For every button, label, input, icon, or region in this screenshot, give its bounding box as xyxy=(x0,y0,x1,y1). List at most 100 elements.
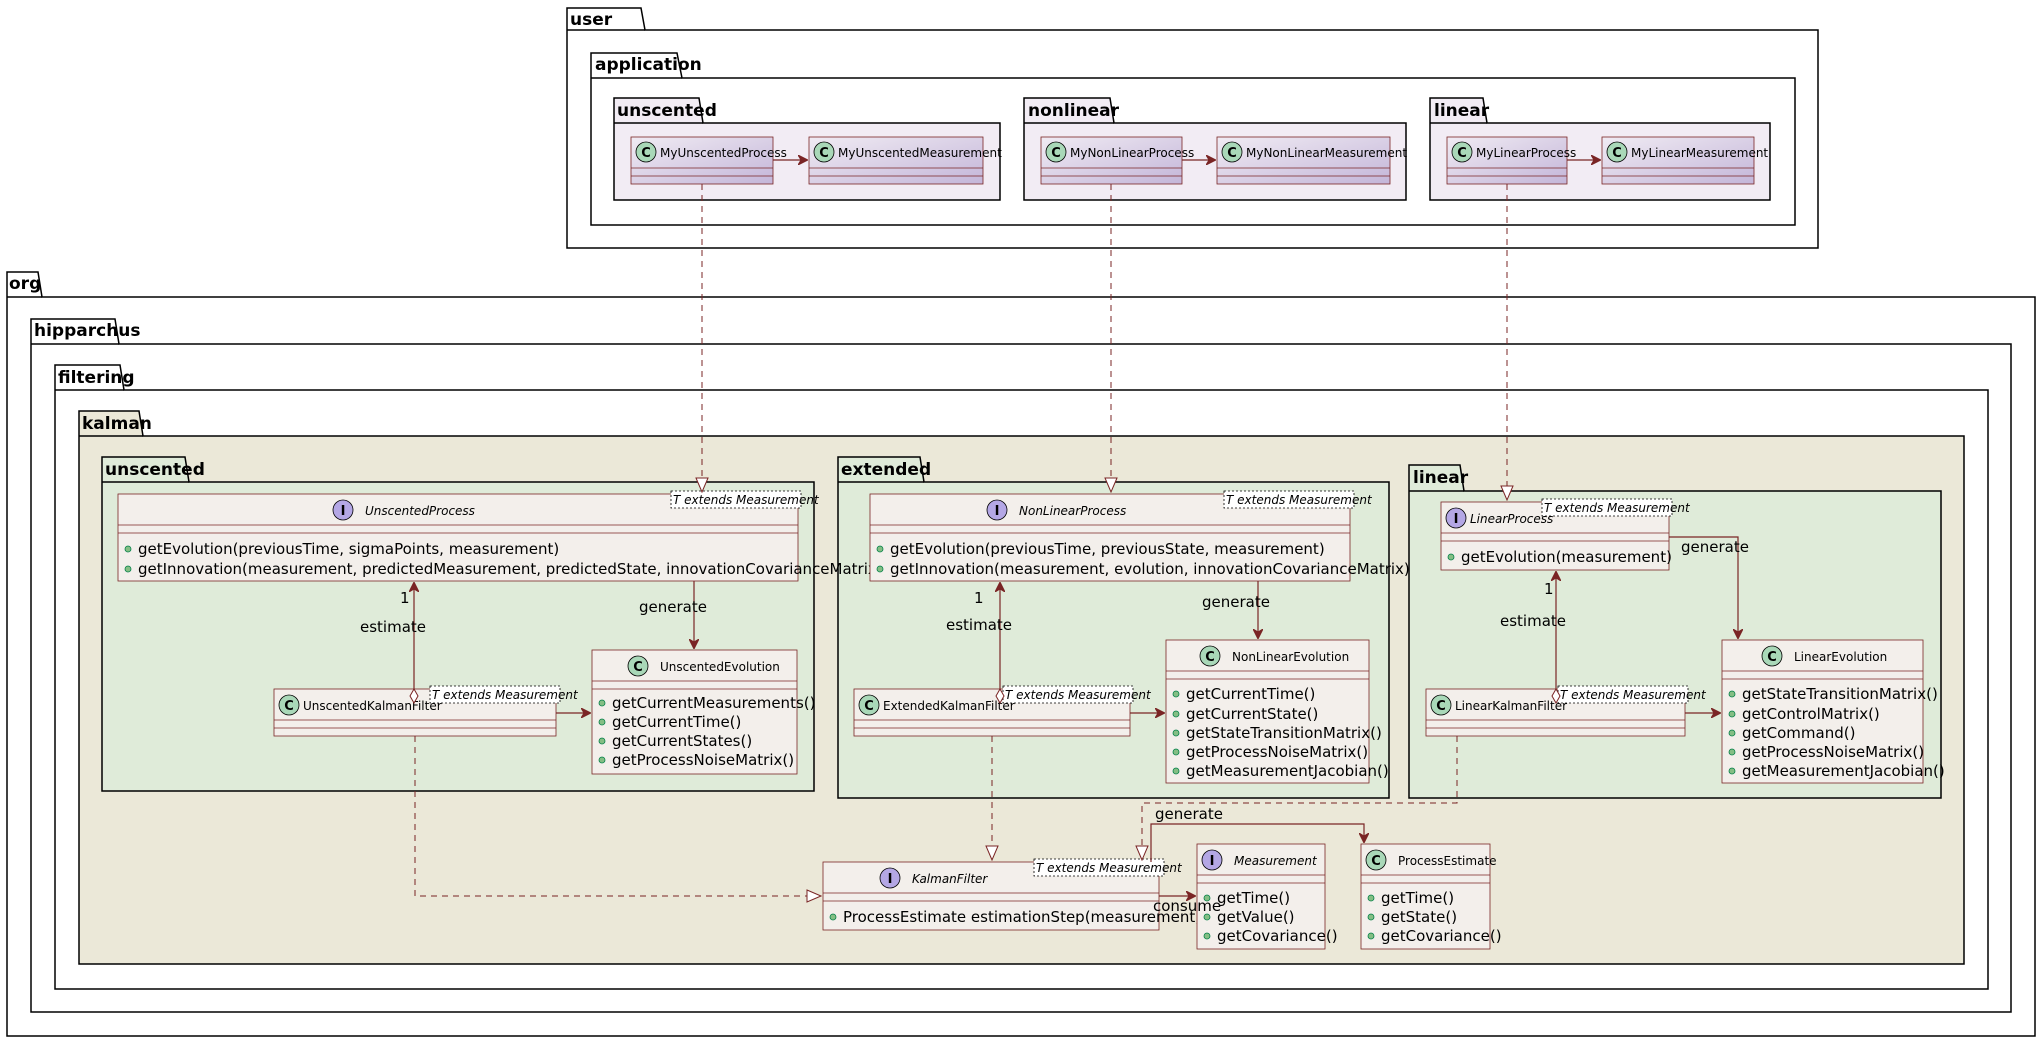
diagram-canvas: user application unscented nonlinear lin… xyxy=(6,7,2036,1037)
class-my-nonlinear-process[interactable]: C MyNonLinearProcess xyxy=(1040,136,1194,185)
class-kind-glyph: C xyxy=(1227,146,1237,161)
edge-label-multiplicity: 1 xyxy=(974,589,984,607)
package-label-app-nonlinear: nonlinear xyxy=(1028,101,1120,121)
package-label-kalman-unscented: unscented xyxy=(105,460,205,480)
class-name: MyUnscentedProcess xyxy=(660,146,787,160)
method: getCovariance() xyxy=(1381,927,1502,945)
class-kind-glyph: C xyxy=(1051,146,1061,161)
package-label-org: org xyxy=(9,274,41,294)
package-label-user: user xyxy=(570,10,613,30)
class-my-unscented-measurement[interactable]: C MyUnscentedMeasurement xyxy=(808,136,1002,185)
interface-nonlinear-process[interactable]: I NonLinearProcess T extends Measurement… xyxy=(869,490,1410,582)
class-name: MyNonLinearProcess xyxy=(1070,146,1194,160)
method: getMeasurementJacobian() xyxy=(1186,762,1389,780)
class-name: Measurement xyxy=(1234,854,1318,868)
class-name: MyNonLinearMeasurement xyxy=(1246,146,1407,160)
class-kind-glyph: I xyxy=(1210,854,1215,869)
class-linear-kalman-filter[interactable]: C LinearKalmanFilter T extends Measureme… xyxy=(1425,685,1707,737)
class-kind-glyph: C xyxy=(633,660,643,675)
class-name: MyLinearMeasurement xyxy=(1631,146,1768,160)
method: getInnovation(measurement, predictedMeas… xyxy=(138,560,883,578)
class-linear-evolution[interactable]: C LinearEvolution getStateTransitionMatr… xyxy=(1721,639,1945,784)
class-kind-glyph: I xyxy=(1454,512,1459,527)
class-my-linear-measurement[interactable]: C MyLinearMeasurement xyxy=(1601,136,1768,185)
method: getState() xyxy=(1381,908,1457,926)
method: getCurrentTime() xyxy=(1186,685,1315,703)
edge-label-generate: generate xyxy=(1202,593,1270,611)
class-name: ProcessEstimate xyxy=(1398,854,1497,868)
class-name: MyUnscentedMeasurement xyxy=(838,146,1002,160)
class-name: KalmanFilter xyxy=(912,872,988,886)
method: getMeasurementJacobian() xyxy=(1742,762,1945,780)
edge-label-generate: generate xyxy=(1681,538,1749,556)
class-name: MyLinearProcess xyxy=(1476,146,1576,160)
method: getCurrentTime() xyxy=(612,713,741,731)
type-parameter: T extends Measurement xyxy=(673,493,820,507)
class-process-estimate[interactable]: C ProcessEstimate getTime() getState() g… xyxy=(1360,843,1502,950)
class-unscented-kalman-filter[interactable]: C UnscentedKalmanFilter T extends Measur… xyxy=(273,685,579,737)
interface-unscented-process[interactable]: I UnscentedProcess T extends Measurement… xyxy=(117,490,883,582)
class-name: NonLinearEvolution xyxy=(1232,650,1349,664)
class-name: UnscentedKalmanFilter xyxy=(303,699,442,713)
class-name: LinearProcess xyxy=(1470,512,1553,526)
class-kind-glyph: I xyxy=(995,504,1000,519)
class-kind-glyph: C xyxy=(1205,650,1215,665)
class-kind-glyph: C xyxy=(1436,699,1446,714)
method: ProcessEstimate estimationStep(measureme… xyxy=(843,908,1201,926)
edge-label-estimate: estimate xyxy=(1500,612,1566,630)
package-label-kalman-extended: extended xyxy=(841,460,931,480)
package-label-hipparchus: hipparchus xyxy=(34,321,141,341)
edge-label-generate: generate xyxy=(639,598,707,616)
method: getCovariance() xyxy=(1217,927,1338,945)
class-my-unscented-process[interactable]: C MyUnscentedProcess xyxy=(630,136,787,185)
class-my-nonlinear-measurement[interactable]: C MyNonLinearMeasurement xyxy=(1216,136,1407,185)
class-name: NonLinearProcess xyxy=(1019,504,1126,518)
type-parameter: T extends Measurement xyxy=(1036,861,1183,875)
class-extended-kalman-filter[interactable]: C ExtendedKalmanFilter T extends Measure… xyxy=(853,685,1152,737)
class-kind-glyph: C xyxy=(641,146,651,161)
class-my-linear-process[interactable]: C MyLinearProcess xyxy=(1446,136,1576,185)
type-parameter: T extends Measurement xyxy=(1226,493,1373,507)
interface-kalman-filter[interactable]: I KalmanFilter T extends Measurement Pro… xyxy=(822,858,1201,931)
method: getTime() xyxy=(1381,889,1454,907)
class-unscented-evolution[interactable]: C UnscentedEvolution getCurrentMeasureme… xyxy=(591,649,815,775)
class-kind-glyph: C xyxy=(1767,650,1777,665)
method: getEvolution(previousTime, previousState… xyxy=(890,540,1325,558)
type-parameter: T extends Measurement xyxy=(1544,501,1691,515)
interface-linear-process[interactable]: I LinearProcess T extends Measurement ge… xyxy=(1440,498,1691,571)
method: getEvolution(previousTime, sigmaPoints, … xyxy=(138,540,559,558)
class-kind-glyph: C xyxy=(819,146,829,161)
type-parameter: T extends Measurement xyxy=(432,688,579,702)
package-label-kalman-linear: linear xyxy=(1413,468,1469,488)
method: getCurrentMeasurements() xyxy=(612,694,815,712)
package-label-application: application xyxy=(595,55,702,75)
package-label-filtering: filtering xyxy=(58,368,135,388)
edge-label-multiplicity: 1 xyxy=(1544,580,1554,598)
class-kind-glyph: C xyxy=(1457,146,1467,161)
method: getEvolution(measurement) xyxy=(1461,548,1672,566)
class-kind-glyph: I xyxy=(888,872,893,887)
edge-label-consume: consume xyxy=(1153,897,1221,915)
class-name: UnscentedProcess xyxy=(365,504,475,518)
uml-class-diagram: user application unscented nonlinear lin… xyxy=(0,0,2042,1042)
class-kind-glyph: C xyxy=(284,699,294,714)
type-parameter: T extends Measurement xyxy=(1560,688,1707,702)
method: getTime() xyxy=(1217,889,1290,907)
edge-label-generate: generate xyxy=(1155,805,1223,823)
method: getStateTransitionMatrix() xyxy=(1186,724,1382,742)
package-label-kalman: kalman xyxy=(82,414,152,434)
edge-label-estimate: estimate xyxy=(360,618,426,636)
edge-label-estimate: estimate xyxy=(946,616,1012,634)
class-name: LinearKalmanFilter xyxy=(1455,699,1567,713)
class-name: UnscentedEvolution xyxy=(660,660,780,674)
method: getProcessNoiseMatrix() xyxy=(1742,743,1924,761)
class-nonlinear-evolution[interactable]: C NonLinearEvolution getCurrentTime() ge… xyxy=(1165,639,1389,784)
method: getCurrentStates() xyxy=(612,732,752,750)
package-label-app-linear: linear xyxy=(1434,101,1490,121)
type-parameter: T extends Measurement xyxy=(1005,688,1152,702)
method: getValue() xyxy=(1217,908,1295,926)
class-kind-glyph: I xyxy=(341,504,346,519)
method: getProcessNoiseMatrix() xyxy=(612,751,794,769)
method: getCurrentState() xyxy=(1186,705,1318,723)
class-kind-glyph: C xyxy=(1612,146,1622,161)
